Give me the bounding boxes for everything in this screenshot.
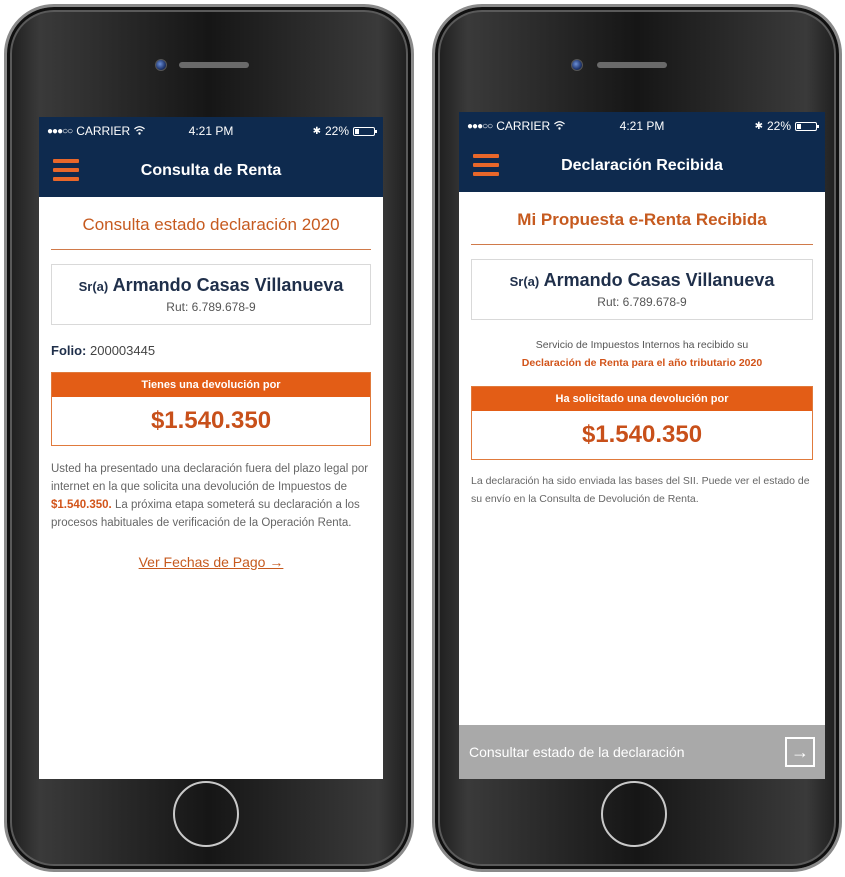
sent-paragraph: La declaración ha sido enviada las bases… (471, 475, 810, 505)
front-camera (155, 59, 167, 71)
battery-percent: 22% (766, 119, 791, 133)
carrier-label: CARRIER (76, 124, 131, 138)
home-button[interactable] (173, 781, 239, 847)
nav-bar: Declaración Recibida (459, 140, 825, 192)
phone-frame-right: ●●●○○ CARRIER 4:21 PM ✱ 22% Declaración … (432, 4, 842, 872)
section-title: Consulta estado declaración 2020 (51, 215, 371, 250)
receipt-notice: Servicio de Impuestos Internos ha recibi… (471, 336, 813, 372)
name-prefix: Sr(a) (509, 274, 540, 289)
hamburger-icon[interactable] (53, 159, 79, 181)
nav-bar: Consulta de Renta (39, 145, 383, 197)
refund-amount: $1.540.350 (150, 407, 272, 434)
refund-header: Tienes una devolución por (52, 373, 370, 397)
refund-box: Tienes una devolución por $1.540.350 (51, 372, 371, 446)
battery-level (355, 128, 359, 134)
section-title: Mi Propuesta e-Renta Recibida (471, 210, 813, 245)
battery-percent: 22% (324, 124, 349, 138)
bluetooth-icon: ✱ (754, 120, 763, 132)
notice-line-1: Servicio de Impuestos Internos ha recibi… (535, 339, 749, 351)
battery-icon (353, 126, 377, 136)
status-bar: ●●●○○ CARRIER 4:21 PM ✱ 22% (39, 117, 383, 145)
refund-amount: $1.540.350 (581, 421, 703, 448)
check-status-button[interactable]: Consultar estado de la declaración → (459, 725, 825, 779)
status-paragraph: Usted ha presentado una declaración fuer… (51, 460, 371, 532)
signal-dots-icon: ●●●○○ (47, 125, 73, 137)
front-camera (571, 59, 583, 71)
taxpayer-card: Sr(a) Armando Casas Villanueva Rut: 6.78… (51, 264, 371, 325)
folio-value: 200003445 (90, 343, 156, 358)
wifi-icon (554, 119, 566, 133)
battery-level (797, 123, 801, 129)
wifi-icon (134, 124, 146, 138)
paragraph-part-1: Usted ha presentado una declaración fuer… (51, 463, 369, 493)
refund-header: Ha solicitado una devolución por (472, 387, 812, 411)
signal-dots-icon: ●●●○○ (467, 120, 493, 132)
notice-line-2: Declaración de Renta para el año tributa… (521, 357, 763, 369)
bluetooth-icon: ✱ (312, 125, 321, 137)
check-status-label: Consultar estado de la declaración (469, 744, 685, 760)
taxpayer-card: Sr(a) Armando Casas Villanueva Rut: 6.78… (471, 259, 813, 320)
home-button[interactable] (601, 781, 667, 847)
screen-declaracion-recibida: ●●●○○ CARRIER 4:21 PM ✱ 22% Declaración … (459, 112, 825, 779)
refund-box: Ha solicitado una devolución por $1.540.… (471, 386, 813, 460)
earpiece-speaker (597, 62, 667, 68)
status-bar: ●●●○○ CARRIER 4:21 PM ✱ 22% (459, 112, 825, 140)
paragraph-highlight: $1.540.350. (51, 499, 112, 511)
nav-title: Consulta de Renta (140, 162, 282, 179)
taxpayer-name: Armando Casas Villanueva (112, 275, 344, 295)
battery-icon (795, 121, 819, 131)
folio-line: Folio: 200003445 (51, 343, 371, 358)
taxpayer-name: Armando Casas Villanueva (543, 270, 775, 290)
taxpayer-rut: Rut: 6.789.678-9 (166, 300, 256, 314)
payment-dates-link[interactable]: Ver Fechas de Pago → (39, 554, 383, 570)
name-prefix: Sr(a) (78, 279, 109, 294)
folio-label: Folio: (51, 343, 87, 358)
earpiece-speaker (179, 62, 249, 68)
exit-arrow-icon: → (785, 737, 815, 767)
carrier-label: CARRIER (496, 119, 551, 133)
phone-frame-left: ●●●○○ CARRIER 4:21 PM ✱ 22% Consulta de … (4, 4, 414, 872)
taxpayer-rut: Rut: 6.789.678-9 (597, 295, 687, 309)
hamburger-icon[interactable] (473, 154, 499, 176)
nav-title: Declaración Recibida (561, 157, 723, 174)
screen-consulta-renta: ●●●○○ CARRIER 4:21 PM ✱ 22% Consulta de … (39, 117, 383, 779)
